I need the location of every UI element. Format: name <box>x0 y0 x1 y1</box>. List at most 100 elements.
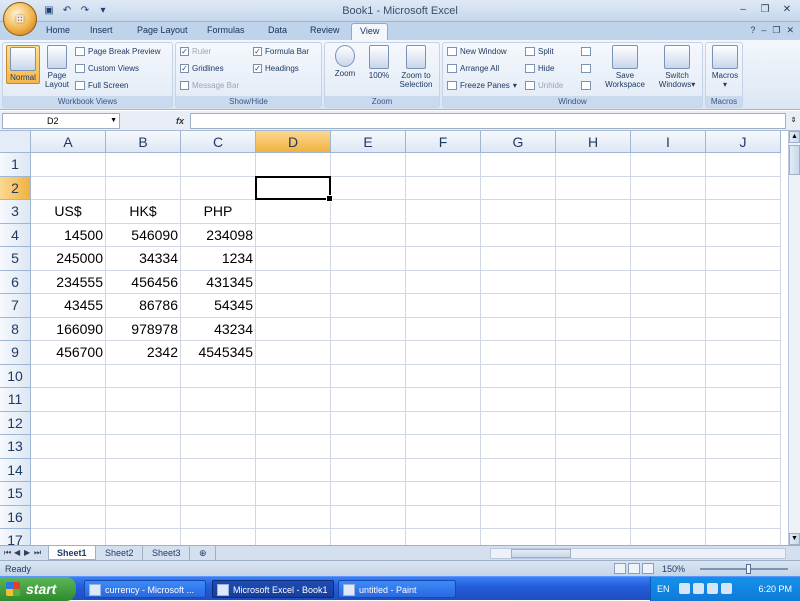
cell-d1[interactable] <box>256 153 331 177</box>
cell-f3[interactable] <box>406 200 481 224</box>
cell-g12[interactable] <box>481 411 556 435</box>
cell-e14[interactable] <box>331 458 406 482</box>
cell-i7[interactable] <box>631 294 706 318</box>
cell-j7[interactable] <box>706 294 781 318</box>
cell-b2[interactable] <box>106 176 181 200</box>
hide-button[interactable]: Hide <box>525 64 554 73</box>
zoom-button[interactable]: Zoom <box>329 45 361 78</box>
cell-a11[interactable] <box>31 388 106 412</box>
cell-g15[interactable] <box>481 482 556 506</box>
cell-j13[interactable] <box>706 435 781 459</box>
cell-a5[interactable]: 245000 <box>31 247 106 271</box>
cell-d4[interactable] <box>256 223 331 247</box>
row-header-13[interactable]: 13 <box>0 435 31 459</box>
cell-j3[interactable] <box>706 200 781 224</box>
gridlines-checkbox[interactable]: ✓ Gridlines <box>180 64 224 73</box>
cell-b11[interactable] <box>106 388 181 412</box>
row-header-4[interactable]: 4 <box>0 223 31 247</box>
tab-insert[interactable]: Insert <box>90 25 113 35</box>
normal-view-button[interactable]: Normal <box>6 45 40 84</box>
cell-i9[interactable] <box>631 341 706 365</box>
cell-c15[interactable] <box>181 482 256 506</box>
cell-e8[interactable] <box>331 317 406 341</box>
cell-f5[interactable] <box>406 247 481 271</box>
cell-f9[interactable] <box>406 341 481 365</box>
cell-i5[interactable] <box>631 247 706 271</box>
cell-c12[interactable] <box>181 411 256 435</box>
cell-a16[interactable] <box>31 505 106 529</box>
cell-i8[interactable] <box>631 317 706 341</box>
cell-j10[interactable] <box>706 364 781 388</box>
cell-j11[interactable] <box>706 388 781 412</box>
language-indicator[interactable]: EN <box>657 584 670 594</box>
start-button[interactable]: start <box>0 577 76 601</box>
cell-f1[interactable] <box>406 153 481 177</box>
column-header-a[interactable]: A <box>31 131 106 153</box>
sync-scrolling-button[interactable] <box>581 64 591 73</box>
cell-d10[interactable] <box>256 364 331 388</box>
chevron-down-icon[interactable]: ▼ <box>110 114 117 128</box>
cell-e17[interactable] <box>331 529 406 545</box>
row-header-12[interactable]: 12 <box>0 411 31 435</box>
taskbar-item-excel-book1[interactable]: Microsoft Excel - Book1 <box>212 580 334 598</box>
cell-c17[interactable] <box>181 529 256 545</box>
cell-f2[interactable] <box>406 176 481 200</box>
cell-h4[interactable] <box>556 223 631 247</box>
cell-d15[interactable] <box>256 482 331 506</box>
headings-checkbox[interactable]: ✓ Headings <box>253 64 299 73</box>
cell-j1[interactable] <box>706 153 781 177</box>
cell-e2[interactable] <box>331 176 406 200</box>
split-button[interactable]: Split <box>525 47 554 56</box>
view-side-by-side-button[interactable] <box>581 47 591 56</box>
cell-e1[interactable] <box>331 153 406 177</box>
cell-e13[interactable] <box>331 435 406 459</box>
cell-d17[interactable] <box>256 529 331 545</box>
ruler-checkbox[interactable]: ✓ Ruler <box>180 47 211 56</box>
cell-c9[interactable]: 4545345 <box>181 341 256 365</box>
ribbon-restore-icon[interactable]: ❐ <box>772 25 780 36</box>
cell-i6[interactable] <box>631 270 706 294</box>
cell-h8[interactable] <box>556 317 631 341</box>
cell-h6[interactable] <box>556 270 631 294</box>
cell-g14[interactable] <box>481 458 556 482</box>
row-header-9[interactable]: 9 <box>0 341 31 365</box>
save-workspace-button[interactable]: Save Workspace <box>601 45 649 89</box>
switch-windows-button[interactable]: Switch Windows▾ <box>653 45 701 89</box>
cell-g13[interactable] <box>481 435 556 459</box>
column-header-d[interactable]: D <box>256 131 331 153</box>
row-header-1[interactable]: 1 <box>0 153 31 177</box>
column-header-b[interactable]: B <box>106 131 181 153</box>
row-header-7[interactable]: 7 <box>0 294 31 318</box>
zoom-to-selection-button[interactable]: Zoom to Selection <box>395 45 437 89</box>
column-header-g[interactable]: G <box>481 131 556 153</box>
normal-view-icon[interactable] <box>614 563 626 574</box>
formula-input[interactable] <box>190 113 786 129</box>
cell-a9[interactable]: 456700 <box>31 341 106 365</box>
cell-j12[interactable] <box>706 411 781 435</box>
sheet-tab-sheet2[interactable]: Sheet2 <box>97 546 143 560</box>
cell-f7[interactable] <box>406 294 481 318</box>
cell-h2[interactable] <box>556 176 631 200</box>
cell-c7[interactable]: 54345 <box>181 294 256 318</box>
vertical-scrollbar[interactable]: ▲ ▼ <box>788 131 800 545</box>
restore-icon[interactable]: ❐ <box>756 3 774 17</box>
tab-formulas[interactable]: Formulas <box>207 25 245 35</box>
security-icon[interactable] <box>721 583 732 594</box>
cell-i1[interactable] <box>631 153 706 177</box>
cell-a6[interactable]: 234555 <box>31 270 106 294</box>
message-bar-checkbox[interactable]: Message Bar <box>180 81 239 90</box>
cell-a4[interactable]: 14500 <box>31 223 106 247</box>
tab-view[interactable]: View <box>351 23 389 40</box>
unhide-button[interactable]: Unhide <box>525 81 563 90</box>
row-header-15[interactable]: 15 <box>0 482 31 506</box>
row-header-10[interactable]: 10 <box>0 364 31 388</box>
cell-e6[interactable] <box>331 270 406 294</box>
cell-b15[interactable] <box>106 482 181 506</box>
cell-i15[interactable] <box>631 482 706 506</box>
insert-function-button[interactable]: fx <box>176 116 184 126</box>
cell-h9[interactable] <box>556 341 631 365</box>
scroll-down-icon[interactable]: ▼ <box>789 533 800 545</box>
cell-c6[interactable]: 431345 <box>181 270 256 294</box>
cell-e11[interactable] <box>331 388 406 412</box>
cell-j16[interactable] <box>706 505 781 529</box>
